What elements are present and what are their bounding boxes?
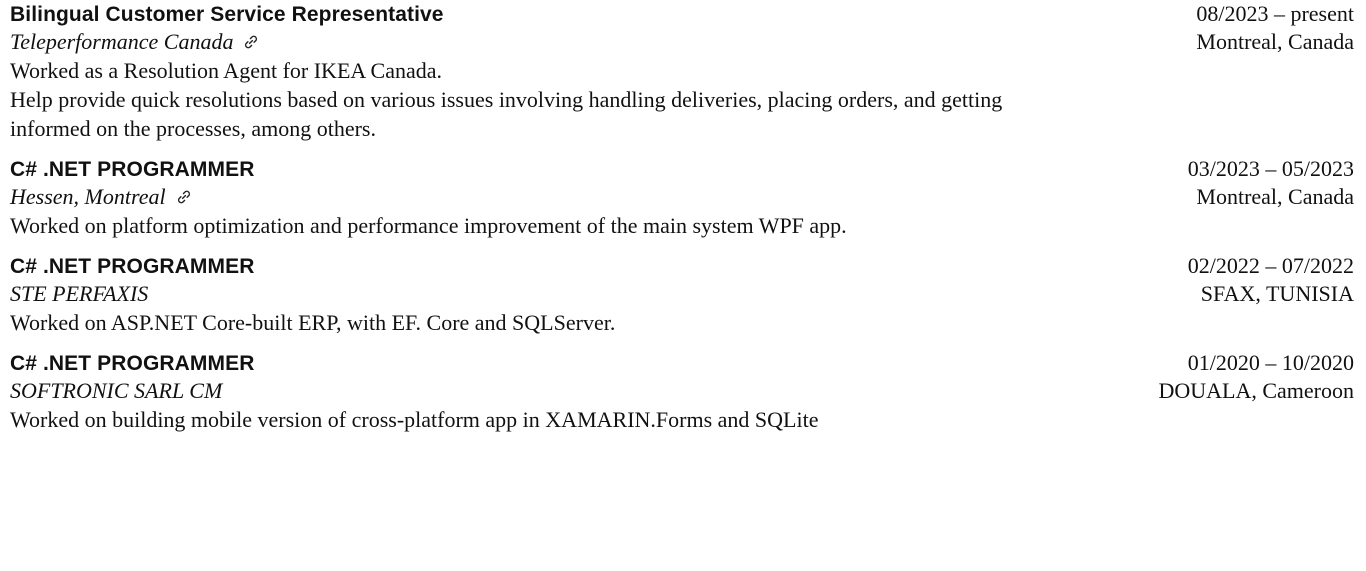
link-icon[interactable]	[243, 34, 259, 50]
job-location: Montreal, Canada	[1196, 29, 1354, 54]
company-name-text: Teleperformance Canada	[10, 29, 234, 54]
job-title: Bilingual Customer Service Representativ…	[10, 3, 444, 26]
experience-section: Bilingual Customer Service Representativ…	[0, 0, 1366, 571]
entry-subheader-row: STE PERFAXIS SFAX, TUNISIA	[10, 280, 1354, 308]
entry-header-row: C# .NET PROGRAMMER 01/2020 – 10/2020	[10, 349, 1354, 377]
employment-dates: 08/2023 – present	[1196, 1, 1354, 26]
entry-subheader-row: Hessen, Montreal Montreal, Canada	[10, 183, 1354, 211]
job-title: C# .NET PROGRAMMER	[10, 255, 255, 278]
experience-entry: C# .NET PROGRAMMER 02/2022 – 07/2022 STE…	[10, 252, 1354, 337]
company-name: STE PERFAXIS	[10, 281, 149, 306]
entry-header-row: C# .NET PROGRAMMER 03/2023 – 05/2023	[10, 155, 1354, 183]
employment-dates: 03/2023 – 05/2023	[1187, 156, 1354, 181]
link-icon[interactable]	[176, 189, 192, 205]
description-line: Worked on platform optimization and perf…	[10, 213, 847, 238]
description-line: Worked as a Resolution Agent for IKEA Ca…	[10, 58, 443, 83]
job-description: Worked as a Resolution Agent for IKEA Ca…	[10, 56, 1030, 143]
experience-entry: C# .NET PROGRAMMER 01/2020 – 10/2020 SOF…	[10, 349, 1354, 434]
company-name[interactable]: Teleperformance Canada	[10, 28, 259, 56]
company-name-text: Hessen, Montreal	[10, 184, 166, 209]
experience-entry: C# .NET PROGRAMMER 03/2023 – 05/2023 Hes…	[10, 155, 1354, 240]
job-description: Worked on platform optimization and perf…	[10, 211, 1030, 240]
job-title: C# .NET PROGRAMMER	[10, 352, 255, 375]
employment-dates: 02/2022 – 07/2022	[1187, 253, 1354, 278]
company-name: SOFTRONIC SARL CM	[10, 378, 223, 403]
job-location: Montreal, Canada	[1196, 184, 1354, 209]
entry-subheader-row: Teleperformance Canada Montreal, Canada	[10, 28, 1354, 56]
job-description: Worked on ASP.NET Core-built ERP, with E…	[10, 308, 1030, 337]
company-name[interactable]: Hessen, Montreal	[10, 183, 192, 211]
job-location: DOUALA, Cameroon	[1158, 378, 1354, 403]
description-line: Worked on building mobile version of cro…	[10, 407, 819, 432]
entry-header-row: Bilingual Customer Service Representativ…	[10, 0, 1354, 28]
job-location: SFAX, TUNISIA	[1200, 281, 1354, 306]
description-line: Help provide quick resolutions based on …	[10, 87, 1003, 141]
entry-header-row: C# .NET PROGRAMMER 02/2022 – 07/2022	[10, 252, 1354, 280]
job-description: Worked on building mobile version of cro…	[10, 405, 1030, 434]
description-line: Worked on ASP.NET Core-built ERP, with E…	[10, 310, 616, 335]
experience-entry: Bilingual Customer Service Representativ…	[10, 0, 1354, 143]
entry-subheader-row: SOFTRONIC SARL CM DOUALA, Cameroon	[10, 377, 1354, 405]
job-title: C# .NET PROGRAMMER	[10, 158, 255, 181]
employment-dates: 01/2020 – 10/2020	[1187, 350, 1354, 375]
